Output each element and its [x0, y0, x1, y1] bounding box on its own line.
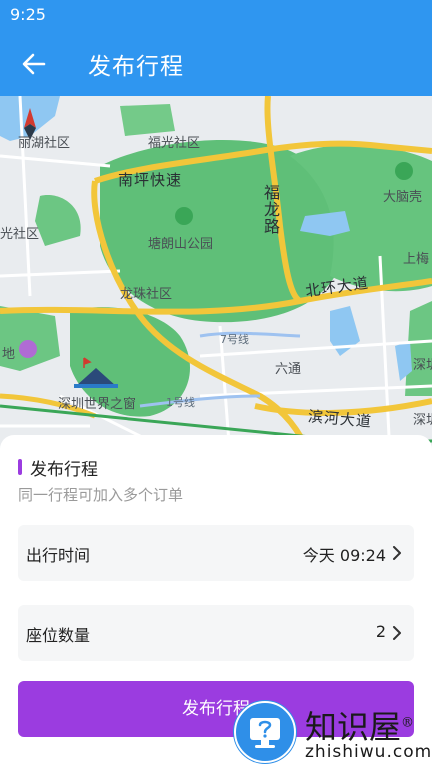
map-label-nanping: 南坪快速	[118, 171, 183, 189]
map-label-di: 地	[2, 347, 16, 362]
map-label-longzhu: 龙珠社区	[120, 287, 173, 302]
departure-time-label: 出行时间	[26, 546, 91, 565]
map-label-fulong: 福龙路	[261, 184, 280, 235]
map-label-liutong: 六通	[275, 362, 302, 377]
map-label-tanglang: 塘朗山公园	[148, 237, 214, 252]
app-bar: 发布行程	[0, 30, 432, 96]
seat-count-row[interactable]: 座位数量 2	[18, 605, 414, 661]
arrow-left-icon[interactable]	[20, 50, 48, 78]
map-label-line7: 7号线	[220, 333, 249, 346]
map-label-line1: 1号线	[166, 396, 195, 409]
map-label-lihu: 丽湖社区	[18, 136, 71, 151]
sheet-subtitle: 同一行程可加入多个订单	[18, 486, 184, 504]
map-label-shanghe: 上梅	[403, 252, 430, 267]
map-view[interactable]: 丽湖社区 福光社区 南坪快速 大脑壳 光社区 塘朗山公园 福龙路 上梅 龙珠社区…	[0, 96, 432, 456]
page-title: 发布行程	[88, 54, 184, 80]
seat-count-label: 座位数量	[26, 626, 91, 645]
map-label-danao: 大脑壳	[383, 190, 423, 205]
map-label-window: 深圳世界之窗	[58, 397, 137, 412]
departure-time-value: 今天 09:24	[302, 546, 386, 565]
watermark-url: zhishiwu.com	[305, 742, 432, 762]
question-monitor-icon	[234, 701, 296, 763]
map-label-fuguang: 福光社区	[148, 136, 201, 151]
departure-time-row[interactable]: 出行时间 今天 09:24	[18, 525, 414, 581]
section-accent-bar	[18, 459, 22, 475]
chevron-right-icon	[393, 546, 401, 560]
map-label-guang: 光社区	[0, 227, 40, 242]
sheet-title: 发布行程	[30, 460, 98, 480]
chevron-right-icon	[393, 626, 401, 640]
status-bar: 9:25	[0, 0, 432, 30]
map-label-shen1: 深圳	[413, 358, 432, 373]
status-time: 9:25	[10, 5, 46, 24]
watermark: 知识屋® zhishiwu.com	[233, 700, 432, 768]
map-label-shen2: 深圳	[413, 413, 432, 428]
seat-count-value: 2	[375, 622, 386, 641]
watermark-logo	[233, 700, 297, 764]
